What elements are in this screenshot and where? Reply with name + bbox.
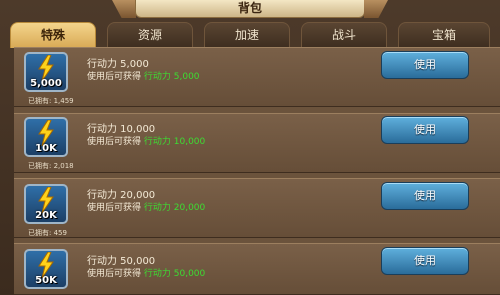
- use-button[interactable]: 使用: [381, 51, 469, 79]
- use-button[interactable]: 使用: [381, 116, 469, 144]
- item-description: 使用后可获得 行动力 50,000: [87, 269, 206, 279]
- item-gain-value: 行动力 50,000: [143, 269, 206, 279]
- item-icon-value: 50K: [35, 275, 57, 286]
- item-gain-value: 行动力 5,000: [143, 72, 200, 82]
- tab-bar: 特殊 资源 加速 战斗 宝箱: [10, 22, 500, 48]
- tab-speedup[interactable]: 加速: [204, 22, 290, 48]
- item-icon-value: 20K: [35, 210, 57, 221]
- item-name: 行动力 10,000: [87, 124, 156, 135]
- item-icon-value: 10K: [35, 143, 57, 154]
- banner-left-ornament: [112, 0, 136, 18]
- backpack-window: 背包 特殊 资源 加速 战斗 宝箱 5,000 已拥有: 1,459 行动力 5…: [0, 0, 500, 295]
- item-description: 使用后可获得 行动力 20,000: [87, 203, 206, 213]
- tab-resources[interactable]: 资源: [107, 22, 193, 48]
- use-button[interactable]: 使用: [381, 182, 469, 210]
- item-name: 行动力 5,000: [87, 59, 149, 70]
- owned-count: 已拥有: 2,018: [28, 162, 74, 170]
- owned-count: 已拥有: 459: [28, 229, 67, 237]
- tab-special[interactable]: 特殊: [10, 22, 96, 48]
- item-icon[interactable]: 50K: [24, 249, 68, 289]
- banner-right-ornament: [364, 0, 388, 18]
- item-icon[interactable]: 10K: [24, 117, 68, 157]
- use-button[interactable]: 使用: [381, 247, 469, 275]
- owned-count: 已拥有: 1,459: [28, 97, 74, 105]
- item-gain-value: 行动力 20,000: [143, 203, 206, 213]
- tab-battle[interactable]: 战斗: [301, 22, 387, 48]
- window-title: 背包: [135, 0, 365, 18]
- item-icon[interactable]: 20K: [24, 184, 68, 224]
- item-name: 行动力 20,000: [87, 190, 156, 201]
- item-name: 行动力 50,000: [87, 256, 156, 267]
- item-icon[interactable]: 5,000: [24, 52, 68, 92]
- item-description: 使用后可获得 行动力 10,000: [87, 137, 206, 147]
- item-gain-value: 行动力 10,000: [143, 137, 206, 147]
- item-icon-value: 5,000: [30, 78, 62, 89]
- tab-chest[interactable]: 宝箱: [398, 22, 490, 48]
- item-description: 使用后可获得 行动力 5,000: [87, 72, 200, 82]
